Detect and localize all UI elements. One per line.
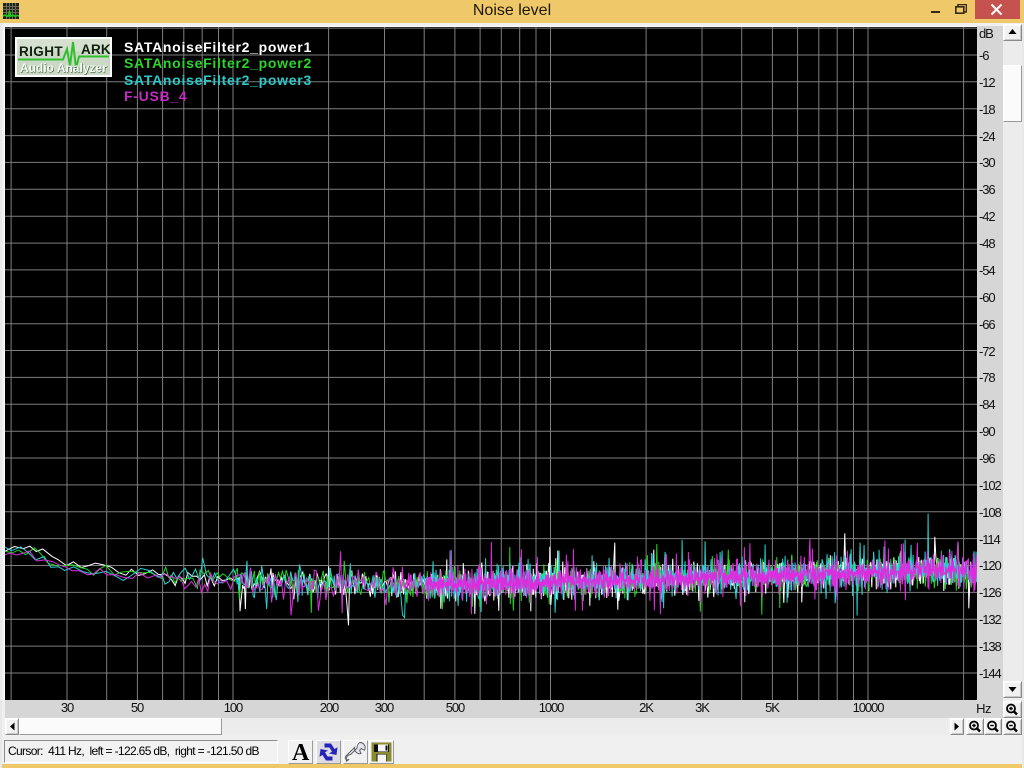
svg-text:RIGHT: RIGHT [19,44,63,59]
svg-text:Audio Analyzer: Audio Analyzer [20,61,107,75]
svg-text:ARK: ARK [81,42,111,57]
